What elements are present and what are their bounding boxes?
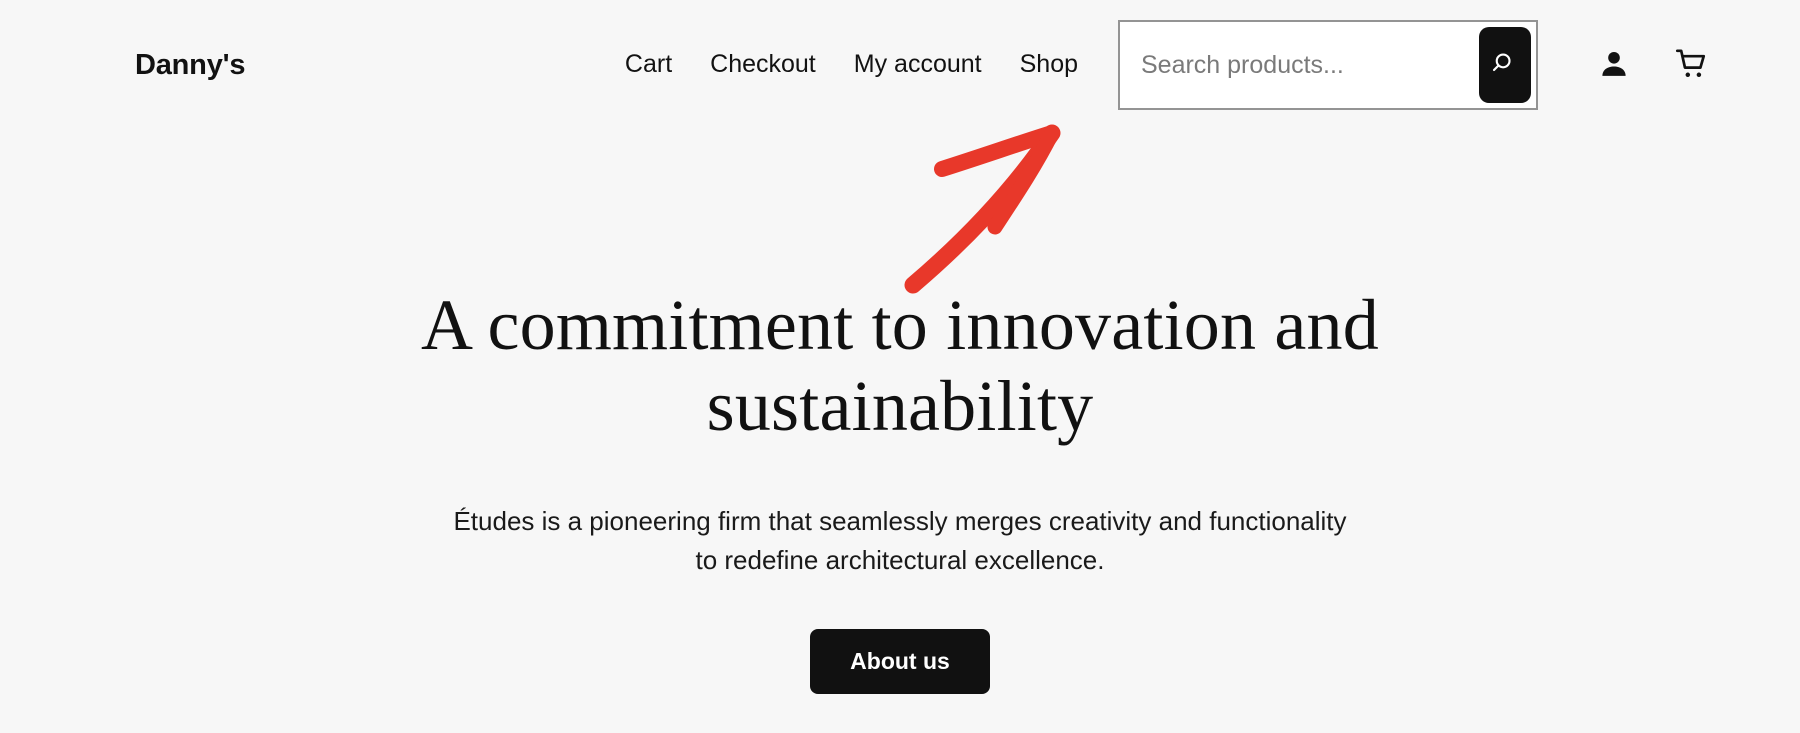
account-icon: [1597, 47, 1631, 84]
nav-item-checkout[interactable]: Checkout: [710, 51, 816, 79]
search-products-field[interactable]: [1118, 20, 1538, 110]
search-icon: [1490, 49, 1520, 82]
site-title[interactable]: Danny's: [135, 49, 245, 82]
page-title: A commitment to innovation and sustainab…: [421, 285, 1379, 446]
search-submit-button[interactable]: [1479, 27, 1531, 103]
page-root: Danny's Cart Checkout My account Shop Se…: [0, 0, 1800, 733]
primary-navigation: Cart Checkout My account Shop: [625, 51, 1078, 79]
header-right-group: Cart Checkout My account Shop: [625, 20, 1720, 110]
hero-paragraph: Études is a pioneering firm that seamles…: [453, 506, 1347, 575]
cart-icon-button[interactable]: [1664, 37, 1720, 93]
cart-icon: [1674, 46, 1710, 85]
about-us-button[interactable]: About us: [810, 629, 990, 695]
nav-item-shop[interactable]: Shop: [1020, 51, 1078, 79]
nav-item-my-account[interactable]: My account: [854, 51, 982, 79]
nav-item-cart[interactable]: Cart: [625, 51, 672, 79]
site-header: Danny's Cart Checkout My account Shop: [0, 0, 1800, 130]
search-input[interactable]: [1125, 27, 1479, 103]
account-icon-button[interactable]: [1586, 37, 1642, 93]
hero-section: A commitment to innovation and sustainab…: [0, 285, 1800, 695]
